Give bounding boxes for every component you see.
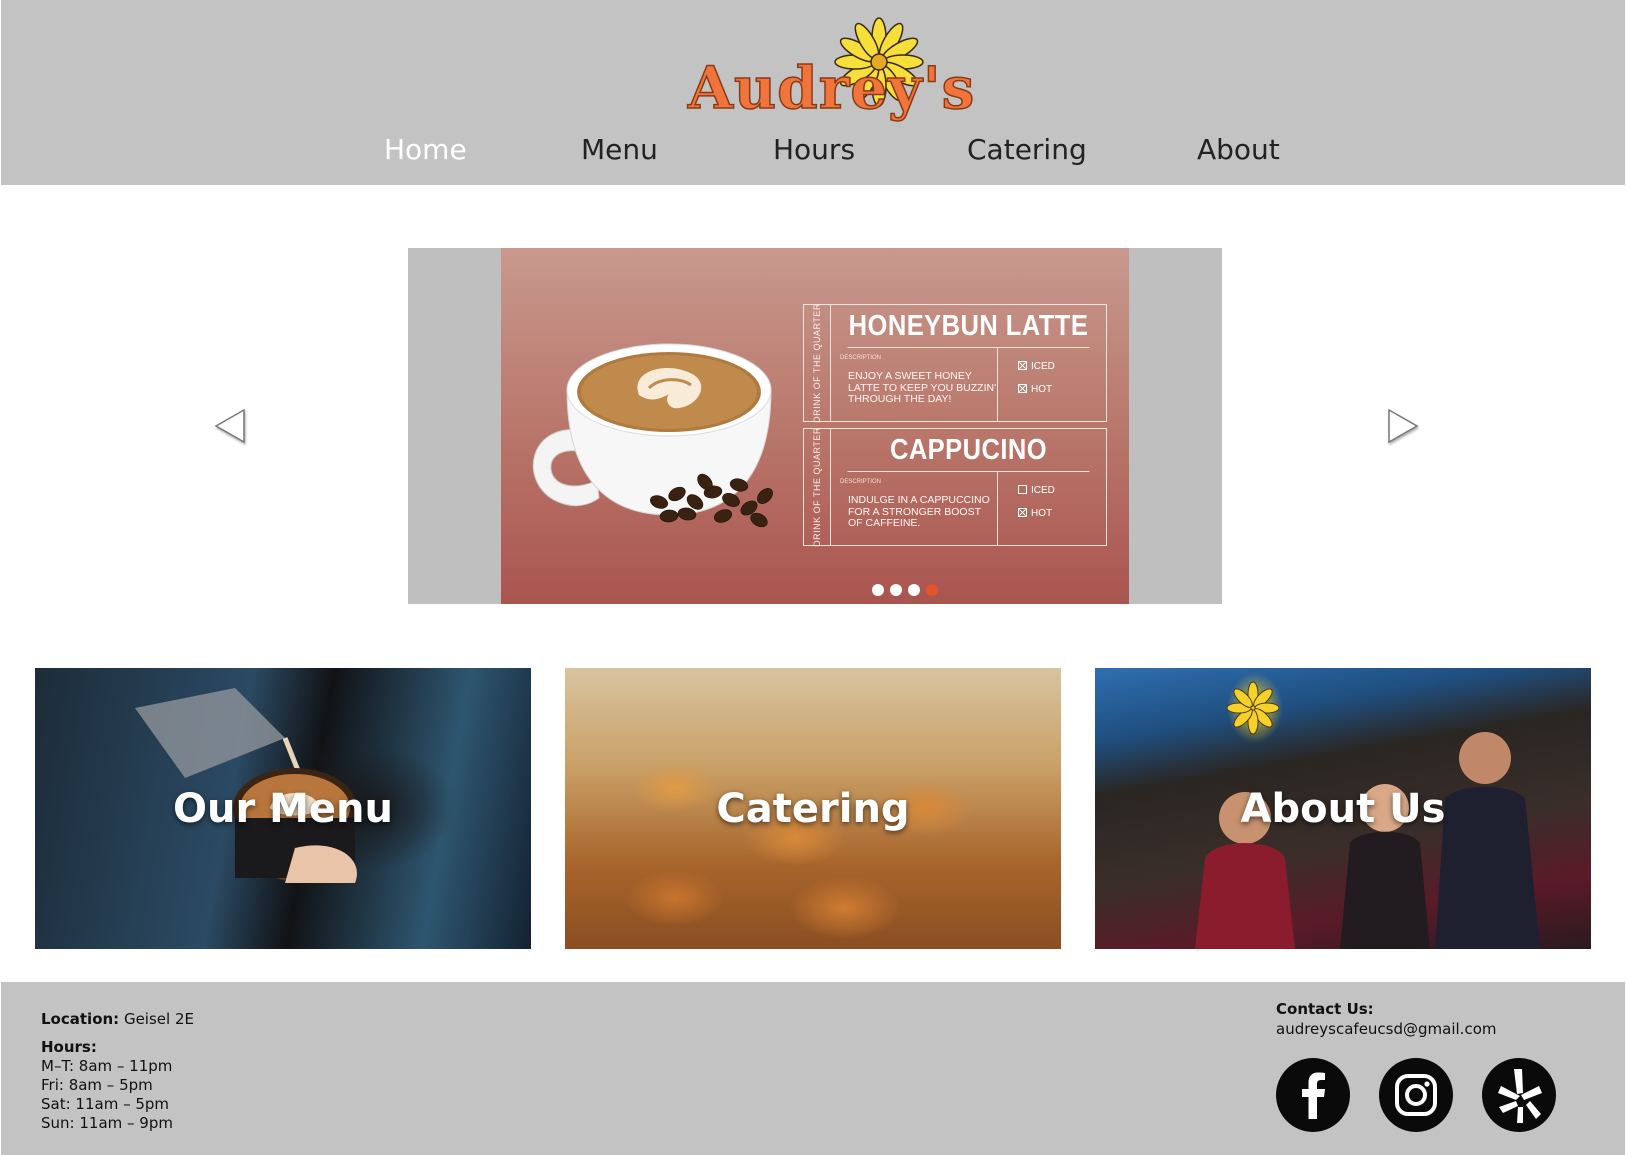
carousel-dot-3[interactable]	[908, 584, 920, 596]
carousel-next-arrow-icon[interactable]	[1385, 406, 1421, 446]
drink-options: ICED HOT	[997, 347, 1107, 421]
main-nav: Home Menu Hours Catering About	[1, 133, 1625, 177]
option-label: ICED	[1031, 361, 1055, 372]
logo-wordmark: Audrey's	[687, 53, 976, 123]
facebook-icon[interactable]	[1275, 1057, 1351, 1133]
drink-card-side: DRINK OF THE QUARTER	[804, 303, 831, 423]
hours-line-1: M–T: 8am – 11pm	[41, 1057, 173, 1075]
drink-description: INDULGE IN A CAPPUCCINO FOR A STRONGER B…	[848, 494, 990, 529]
nav-home[interactable]: Home	[384, 133, 467, 166]
tile-label: About Us	[1240, 785, 1446, 832]
tile-label: Our Menu	[172, 785, 394, 832]
carousel-dot-4-active[interactable]	[926, 584, 938, 596]
location-label: Location:	[41, 1010, 120, 1028]
drink-description: ENJOY A SWEET HONEY LATTE TO KEEP YOU BU…	[848, 370, 997, 405]
option-iced: ICED	[1018, 361, 1055, 372]
carousel-dot-1[interactable]	[872, 584, 884, 596]
option-iced: ICED	[1018, 485, 1055, 496]
yelp-icon[interactable]	[1481, 1057, 1557, 1133]
description-label: DESCRIPTION	[840, 355, 882, 361]
contact-label-text: Contact Us:	[1276, 1000, 1374, 1018]
contact-label: Contact Us:	[1276, 1000, 1374, 1018]
tile-catering[interactable]: Catering	[565, 668, 1061, 949]
drink-name: CAPPUCINO	[847, 429, 1090, 472]
drink-menu-board: DRINK OF THE QUARTER HONEYBUN LATTE DESC…	[803, 303, 1107, 548]
instagram-icon[interactable]	[1378, 1057, 1454, 1133]
option-label: ICED	[1031, 485, 1055, 496]
drink-card-cappucino: DRINK OF THE QUARTER CAPPUCINO DESCRIPTI…	[803, 427, 1107, 547]
nav-catering[interactable]: Catering	[967, 133, 1087, 166]
site-header: Audrey's Home Menu Hours Catering About	[1, 0, 1625, 185]
location-value: Geisel 2E	[123, 1010, 194, 1028]
checked-box-icon	[1018, 508, 1027, 517]
option-hot: HOT	[1018, 384, 1052, 395]
option-label: HOT	[1031, 508, 1053, 519]
contact-email[interactable]: audreyscafeucsd@gmail.com	[1276, 1020, 1496, 1038]
tile-about-us[interactable]: About Us	[1095, 668, 1591, 949]
drink-card-side: DRINK OF THE QUARTER	[804, 427, 831, 547]
carousel: DRINK OF THE QUARTER HONEYBUN LATTE DESC…	[408, 248, 1222, 604]
drink-options: ICED HOT	[997, 471, 1107, 545]
checked-box-icon	[1018, 361, 1027, 370]
unchecked-box-icon	[1018, 485, 1027, 494]
drink-card-honeybun-latte: DRINK OF THE QUARTER HONEYBUN LATTE DESC…	[803, 303, 1107, 423]
carousel-dot-2[interactable]	[890, 584, 902, 596]
hours-line-4: Sun: 11am – 9pm	[41, 1114, 173, 1132]
option-hot: HOT	[1018, 508, 1052, 519]
drink-card-side-label: DRINK OF THE QUARTER	[812, 303, 822, 423]
hours-line-3: Sat: 11am – 5pm	[41, 1095, 170, 1113]
nav-menu[interactable]: Menu	[581, 133, 658, 166]
carousel-prev-arrow-icon[interactable]	[212, 406, 248, 446]
tile-our-menu[interactable]: Our Menu	[35, 668, 531, 949]
audreys-logo[interactable]: Audrey's	[686, 14, 975, 134]
carousel-slide-drink-of-the-quarter[interactable]: DRINK OF THE QUARTER HONEYBUN LATTE DESC…	[501, 248, 1129, 604]
latte-cup-image	[532, 343, 773, 528]
nav-about[interactable]: About	[1197, 133, 1280, 166]
option-label: HOT	[1031, 384, 1053, 395]
drink-card-side-label: DRINK OF THE QUARTER	[812, 427, 822, 547]
hours-line-2: Fri: 8am – 5pm	[41, 1076, 153, 1094]
nav-hours[interactable]: Hours	[773, 133, 855, 166]
hours-label: Hours:	[41, 1038, 97, 1056]
checked-box-icon	[1018, 384, 1027, 393]
footer-location: Location: Geisel 2E	[41, 1010, 194, 1028]
description-label: DESCRIPTION	[840, 479, 882, 485]
drink-name: HONEYBUN LATTE	[847, 305, 1090, 348]
hours-label-text: Hours:	[41, 1038, 97, 1056]
tile-label: Catering	[716, 785, 910, 832]
